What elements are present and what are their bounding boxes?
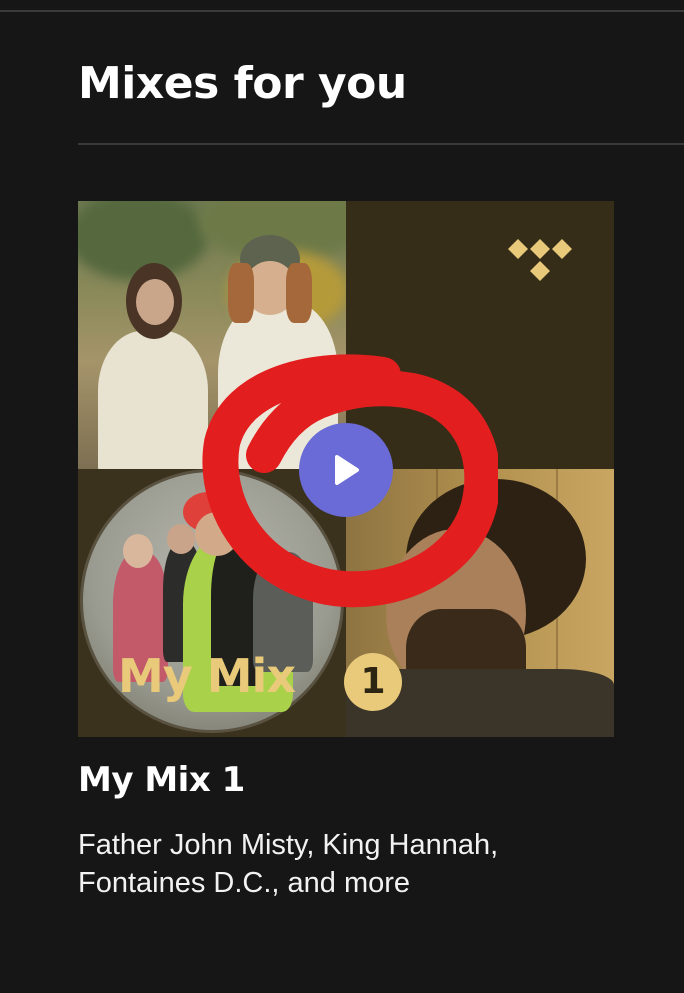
section-title: Mixes for you <box>78 58 407 109</box>
cover-mix-label: My Mix <box>118 649 296 703</box>
cover-photo-duo <box>78 201 346 469</box>
play-icon <box>335 455 359 485</box>
mix-artists-line-1: Father John Misty, King Hannah, <box>78 829 499 861</box>
top-divider <box>0 10 684 12</box>
mix-artists-description: Father John Misty, King Hannah, Fontaine… <box>78 826 598 902</box>
section-divider <box>78 143 684 145</box>
mix-card[interactable]: My Mix 1 <box>78 201 614 737</box>
cover-mix-number-badge: 1 <box>344 653 402 711</box>
play-button[interactable] <box>299 423 393 517</box>
mix-title[interactable]: My Mix 1 <box>78 760 245 800</box>
mix-artists-line-2: Fontaines D.C., and more <box>78 867 411 899</box>
tidal-logo-icon <box>508 239 572 281</box>
cover-logo-panel <box>346 201 614 469</box>
